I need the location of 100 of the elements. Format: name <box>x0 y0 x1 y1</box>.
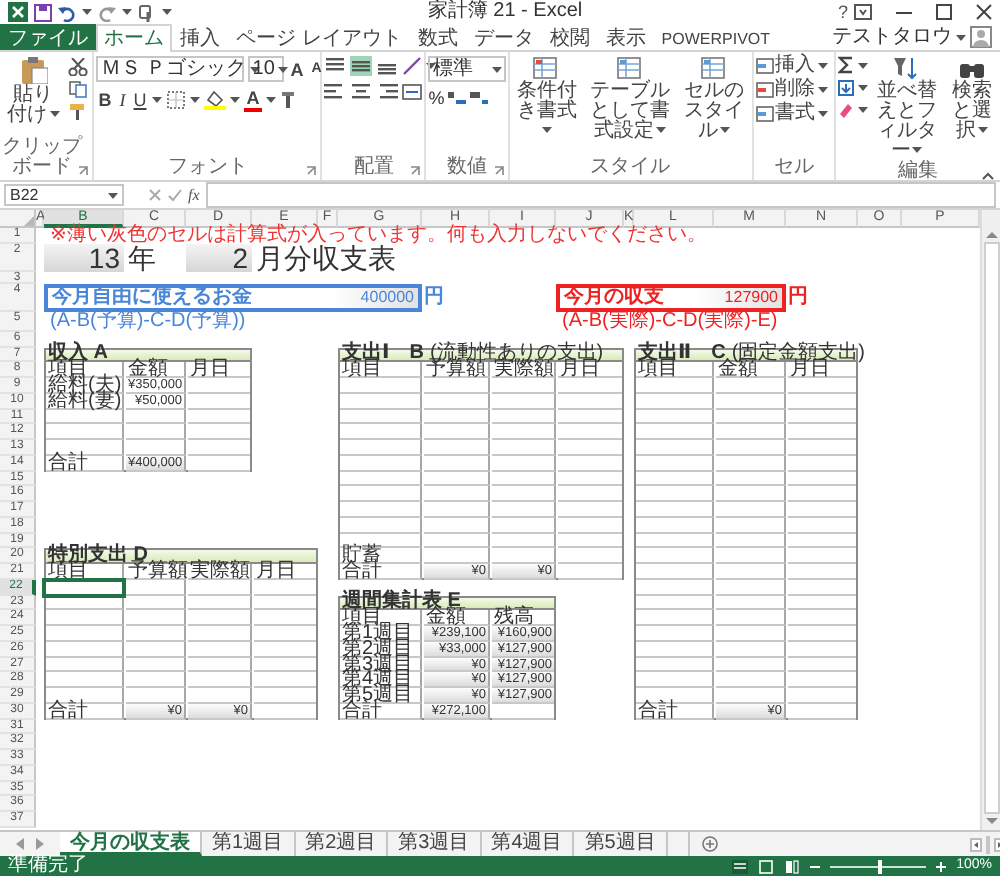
table-cell[interactable]: 給料(妻) <box>46 393 124 410</box>
font-size-field[interactable]: 10 <box>248 56 285 82</box>
caret-icon[interactable] <box>491 65 502 73</box>
align-center-icon[interactable] <box>350 82 373 102</box>
empty-cell[interactable] <box>716 564 786 580</box>
redo-icon[interactable] <box>98 3 116 21</box>
delete-cells-icon[interactable] <box>755 82 774 98</box>
empty-cell[interactable] <box>716 424 786 441</box>
copy-icon[interactable] <box>68 80 88 98</box>
empty-cell[interactable] <box>126 641 186 658</box>
empty-cell[interactable] <box>424 409 490 425</box>
caret-icon[interactable] <box>912 146 923 155</box>
ribbon-display-icon[interactable] <box>854 4 873 20</box>
normal-view-icon[interactable] <box>732 859 749 873</box>
empty-cell[interactable] <box>716 533 786 549</box>
empty-cell[interactable] <box>340 455 422 472</box>
empty-cell[interactable] <box>716 440 786 456</box>
empty-cell[interactable] <box>716 455 786 472</box>
empty-cell[interactable] <box>716 393 786 410</box>
empty-cell[interactable] <box>716 517 786 534</box>
scroll-left-icon[interactable] <box>969 837 982 851</box>
caret-icon[interactable] <box>278 65 289 73</box>
empty-cell[interactable] <box>636 564 714 580</box>
number-format-field[interactable]: 標準 <box>428 56 506 82</box>
empty-cell[interactable] <box>188 579 252 596</box>
caret-icon[interactable] <box>122 8 132 16</box>
caret-icon[interactable] <box>49 110 59 119</box>
dialog-launcher-icon[interactable] <box>306 166 317 176</box>
empty-cell[interactable] <box>492 393 556 410</box>
borders-icon[interactable] <box>166 90 187 110</box>
empty-cell[interactable] <box>424 471 490 487</box>
undo-icon[interactable] <box>58 3 76 21</box>
page-layout-view-icon[interactable] <box>758 859 775 873</box>
horizontal-scrollbar[interactable] <box>985 835 990 853</box>
empty-cell[interactable] <box>716 595 786 611</box>
empty-cell[interactable] <box>636 641 714 658</box>
decrease-decimal-icon[interactable] <box>470 90 489 106</box>
table-cell[interactable]: 合計 <box>46 703 124 720</box>
empty-cell[interactable] <box>636 393 714 410</box>
empty-cell[interactable] <box>46 641 124 658</box>
conditional-format-icon[interactable] <box>532 56 561 80</box>
empty-cell[interactable] <box>636 672 714 689</box>
paste-button[interactable]: 貼り付け <box>2 56 64 138</box>
table-cell[interactable]: 第5週目 <box>340 688 422 704</box>
empty-cell[interactable] <box>492 378 556 394</box>
middle-align-icon[interactable] <box>350 56 373 76</box>
help-button[interactable]: ? <box>838 2 849 22</box>
percent-button[interactable]: % <box>428 88 445 108</box>
scroll-down-icon[interactable] <box>985 818 997 826</box>
empty-cell[interactable] <box>424 517 490 534</box>
scroll-up-icon[interactable] <box>985 230 997 238</box>
table-cell[interactable]: 合計 <box>46 455 124 472</box>
empty-cell[interactable] <box>424 455 490 472</box>
empty-cell[interactable] <box>716 548 786 565</box>
empty-cell[interactable] <box>716 471 786 487</box>
empty-cell[interactable] <box>492 471 556 487</box>
sheet-tab[interactable]: 今月の収支表 <box>60 832 202 856</box>
ribbon-tab[interactable]: POWERPIVOT <box>653 24 779 50</box>
empty-cell[interactable] <box>188 595 252 611</box>
empty-cell[interactable] <box>636 486 714 503</box>
empty-cell[interactable] <box>340 486 422 503</box>
increase-decimal-icon[interactable] <box>448 90 467 106</box>
month-cell[interactable]: 2 <box>186 243 252 272</box>
name-box[interactable]: B22 <box>4 184 124 206</box>
empty-cell[interactable] <box>636 595 714 611</box>
empty-cell[interactable] <box>716 502 786 518</box>
empty-cell[interactable] <box>340 471 422 487</box>
empty-cell[interactable] <box>424 486 490 503</box>
phonetic-guide-icon[interactable] <box>279 90 296 110</box>
touch-mode-icon[interactable] <box>138 3 156 21</box>
align-right-icon[interactable] <box>376 82 399 102</box>
dialog-launcher-icon[interactable] <box>78 166 89 176</box>
cut-icon[interactable] <box>68 58 88 76</box>
collapse-ribbon-icon[interactable] <box>981 172 994 180</box>
caret-icon[interactable] <box>250 65 261 73</box>
empty-cell[interactable] <box>126 657 186 673</box>
empty-cell[interactable] <box>126 610 186 627</box>
empty-cell[interactable] <box>636 533 714 549</box>
empty-cell[interactable] <box>716 409 786 425</box>
empty-cell[interactable] <box>126 626 186 642</box>
empty-cell[interactable] <box>636 378 714 394</box>
empty-cell[interactable] <box>424 378 490 394</box>
table-cell[interactable]: 貯蓄 <box>340 548 422 565</box>
empty-cell[interactable] <box>716 579 786 596</box>
eraser-icon[interactable] <box>837 102 854 118</box>
close-icon[interactable] <box>976 4 993 20</box>
empty-cell[interactable] <box>126 579 186 596</box>
empty-cell[interactable] <box>340 409 422 425</box>
empty-cell[interactable] <box>636 626 714 642</box>
style-button[interactable]: 条件付き書式 <box>511 56 582 158</box>
empty-cell[interactable] <box>424 424 490 441</box>
merge-cells-icon[interactable] <box>402 82 423 102</box>
caret-icon[interactable] <box>82 8 92 16</box>
table-cell[interactable]: 合計 <box>340 564 422 580</box>
empty-cell[interactable] <box>188 610 252 627</box>
empty-cell[interactable] <box>126 424 186 441</box>
format-painter-icon[interactable] <box>68 102 88 120</box>
empty-cell[interactable] <box>424 440 490 456</box>
fill-color-icon[interactable] <box>204 90 227 110</box>
align-left-icon[interactable] <box>324 82 347 102</box>
